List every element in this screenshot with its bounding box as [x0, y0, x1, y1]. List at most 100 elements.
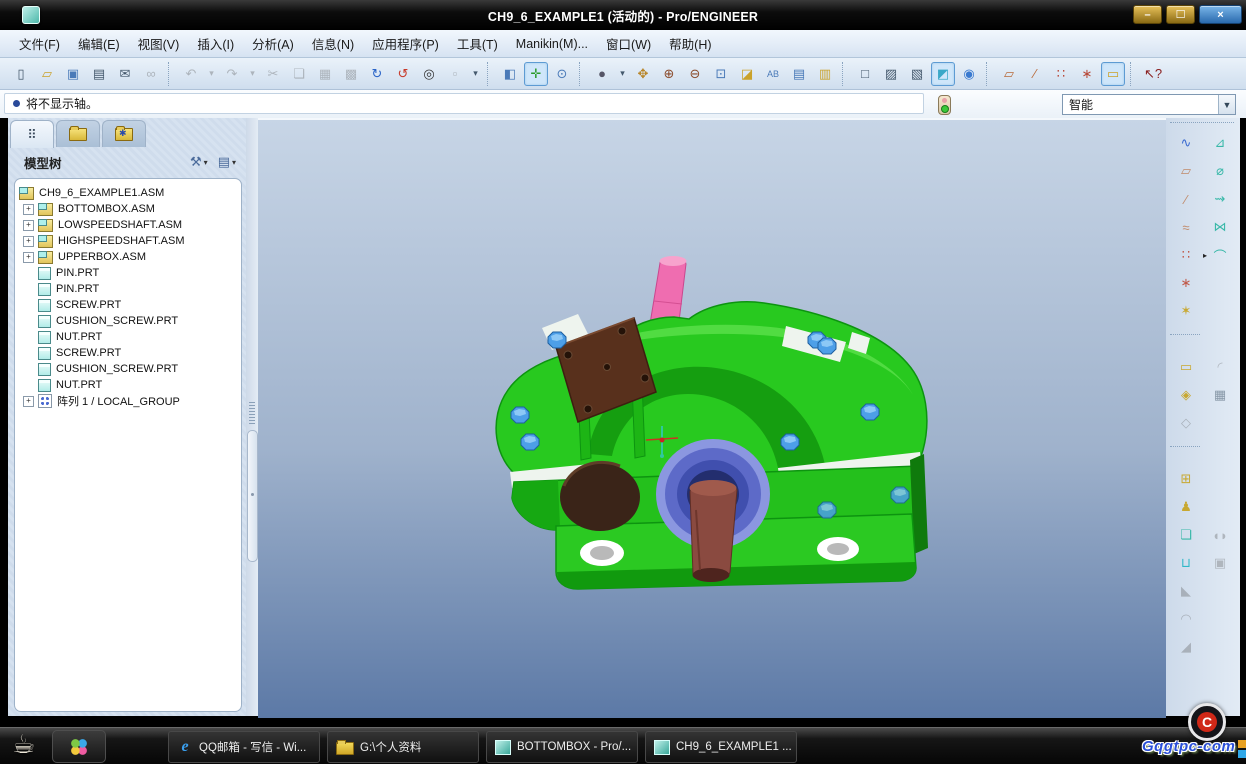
- tree-item[interactable]: CH9_6_EXAMPLE1.ASM: [15, 185, 241, 201]
- assemble-manikin-icon[interactable]: ♟: [1173, 494, 1199, 520]
- tree-item[interactable]: +HIGHSPEEDSHAFT.ASM: [15, 233, 241, 249]
- hole-tool-icon[interactable]: ⊔: [1173, 550, 1199, 576]
- expand-plus[interactable]: +: [23, 204, 34, 215]
- cut-icon[interactable]: ✂: [261, 62, 285, 86]
- shading-menu-icon[interactable]: ▾: [616, 62, 629, 86]
- tree-item[interactable]: PIN.PRT: [15, 281, 241, 297]
- tree-show-button[interactable]: ▤▾: [218, 154, 236, 170]
- csys-display-icon[interactable]: ∗: [1075, 62, 1099, 86]
- chevron-down-icon[interactable]: ▼: [1218, 95, 1235, 114]
- menu-help[interactable]: 帮助(H): [660, 31, 720, 56]
- blend-tool-icon[interactable]: ⋈: [1207, 214, 1233, 240]
- close-button[interactable]: ×: [1199, 5, 1242, 24]
- axis-tag-display-icon[interactable]: ◈: [1173, 382, 1199, 408]
- coordinate-system-tool-icon[interactable]: ∗: [1173, 270, 1199, 296]
- taskbar-button[interactable]: eQQ邮箱 - 写信 - Wi...: [168, 731, 320, 763]
- layers-icon[interactable]: ▤: [787, 62, 811, 86]
- menu-manikin[interactable]: Manikin(M)...: [507, 34, 597, 54]
- extrude-tool-icon[interactable]: ⊿: [1207, 130, 1233, 156]
- datum-plane-display-icon[interactable]: ▱: [997, 62, 1021, 86]
- sash-grip[interactable]: [249, 402, 255, 424]
- selection-filter-combo[interactable]: 智能 ▼: [1062, 94, 1236, 115]
- revolve-tool-icon[interactable]: ⌀: [1207, 158, 1233, 184]
- datum-curve-tool-icon[interactable]: ≈: [1173, 214, 1199, 240]
- menu-insert[interactable]: 插入(I): [188, 31, 243, 56]
- refit-icon[interactable]: ⊡: [709, 62, 733, 86]
- view-manager-icon[interactable]: ▥: [813, 62, 837, 86]
- shading-style-icon[interactable]: ●: [590, 62, 614, 86]
- menu-window[interactable]: 窗口(W): [597, 31, 660, 56]
- open-file-icon[interactable]: ▱: [35, 62, 59, 86]
- spin-pan-zoom-icon[interactable]: ✥: [631, 62, 655, 86]
- tree-item[interactable]: +LOWSPEEDSHAFT.ASM: [15, 217, 241, 233]
- tree-item[interactable]: +BOTTOMBOX.ASM: [15, 201, 241, 217]
- point-symbol-display-icon[interactable]: ∷: [1049, 62, 1073, 86]
- copy-icon[interactable]: ❏: [287, 62, 311, 86]
- folder-browser-tab[interactable]: [56, 120, 100, 147]
- graphics-area[interactable]: [258, 118, 1166, 718]
- assemble-component-icon[interactable]: ⊞: [1173, 466, 1199, 492]
- save-file-icon[interactable]: ▣: [61, 62, 85, 86]
- new-file-icon[interactable]: ▯: [9, 62, 33, 86]
- taskbar-button[interactable]: CH9_6_EXAMPLE1 ...: [645, 731, 797, 763]
- paste-special-icon[interactable]: ▩: [339, 62, 363, 86]
- tree-item[interactable]: NUT.PRT: [15, 377, 241, 393]
- expand-plus[interactable]: +: [23, 252, 34, 263]
- quick-launch-button[interactable]: [52, 730, 106, 763]
- object-link-icon[interactable]: ∞: [139, 62, 163, 86]
- redo-menu-icon[interactable]: ▾: [246, 62, 259, 86]
- perspective-ball-icon[interactable]: ◉: [957, 62, 981, 86]
- datum-axis-tool-icon[interactable]: ⁄: [1173, 186, 1199, 212]
- sweep-tool-icon[interactable]: ⇝: [1207, 186, 1233, 212]
- tree-item[interactable]: +阵列 1 / LOCAL_GROUP: [15, 393, 241, 409]
- tree-item[interactable]: NUT.PRT: [15, 329, 241, 345]
- tree-item[interactable]: PIN.PRT: [15, 265, 241, 281]
- start-button[interactable]: ☕: [12, 729, 35, 760]
- menu-info[interactable]: 信息(N): [303, 31, 363, 56]
- select-menu-icon[interactable]: ▾: [469, 62, 482, 86]
- redo-icon[interactable]: ↷: [220, 62, 244, 86]
- print-icon[interactable]: ▤: [87, 62, 111, 86]
- model-tree-tab[interactable]: ⠿: [10, 120, 54, 148]
- tree-item[interactable]: CUSHION_SCREW.PRT: [15, 361, 241, 377]
- shaded-icon[interactable]: ◩: [931, 62, 955, 86]
- menu-analysis[interactable]: 分析(A): [243, 31, 303, 56]
- style-tool-icon[interactable]: ◜: [1207, 354, 1233, 380]
- menu-tools[interactable]: 工具(T): [448, 31, 507, 56]
- orient-mode-icon[interactable]: ⊙: [550, 62, 574, 86]
- reorient-view-icon[interactable]: ◪: [735, 62, 759, 86]
- datum-plane-tool-icon[interactable]: ▱: [1173, 158, 1199, 184]
- minimize-button[interactable]: –: [1133, 5, 1162, 24]
- select-box-icon[interactable]: ▫: [443, 62, 467, 86]
- taskbar-button[interactable]: G:\个人资料: [327, 731, 479, 763]
- menu-file[interactable]: 文件(F): [10, 31, 69, 56]
- custom-regenerate-icon[interactable]: ↺: [391, 62, 415, 86]
- tree-item[interactable]: CUSHION_SCREW.PRT: [15, 313, 241, 329]
- hidden-line-icon[interactable]: ▨: [879, 62, 903, 86]
- pattern-grid-tool-icon[interactable]: ▦: [1207, 382, 1233, 408]
- merge-tool-icon[interactable]: ▣: [1207, 550, 1233, 576]
- spin-center-icon[interactable]: ✛: [524, 62, 548, 86]
- expand-plus[interactable]: +: [23, 220, 34, 231]
- rib-tool-icon[interactable]: ◣: [1173, 578, 1199, 604]
- tree-item[interactable]: +UPPERBOX.ASM: [15, 249, 241, 265]
- tree-settings-button[interactable]: ⚒▾: [190, 154, 208, 170]
- point-tag-display-icon[interactable]: ◇: [1173, 410, 1199, 436]
- undo-icon[interactable]: ↶: [179, 62, 203, 86]
- maximize-button[interactable]: ☐: [1166, 5, 1195, 24]
- regenerate-icon[interactable]: ↻: [365, 62, 389, 86]
- field-point-tool-icon[interactable]: ✶: [1173, 298, 1199, 324]
- paste-icon[interactable]: ▦: [313, 62, 337, 86]
- round-tool-icon[interactable]: ◠: [1173, 606, 1199, 632]
- create-component-icon[interactable]: ❏: [1173, 522, 1199, 548]
- datum-axis-display-icon[interactable]: ⁄: [1023, 62, 1047, 86]
- menu-view[interactable]: 视图(V): [129, 31, 189, 56]
- menu-applications[interactable]: 应用程序(P): [363, 31, 448, 56]
- zoom-in-icon[interactable]: ⊕: [657, 62, 681, 86]
- tree-item[interactable]: SCREW.PRT: [15, 297, 241, 313]
- undo-menu-icon[interactable]: ▾: [205, 62, 218, 86]
- tree-item[interactable]: SCREW.PRT: [15, 345, 241, 361]
- mirror-tool-icon[interactable]: ◖◗: [1207, 522, 1233, 548]
- annotation-display-icon[interactable]: ▭: [1101, 62, 1125, 86]
- no-hidden-line-icon[interactable]: ▧: [905, 62, 929, 86]
